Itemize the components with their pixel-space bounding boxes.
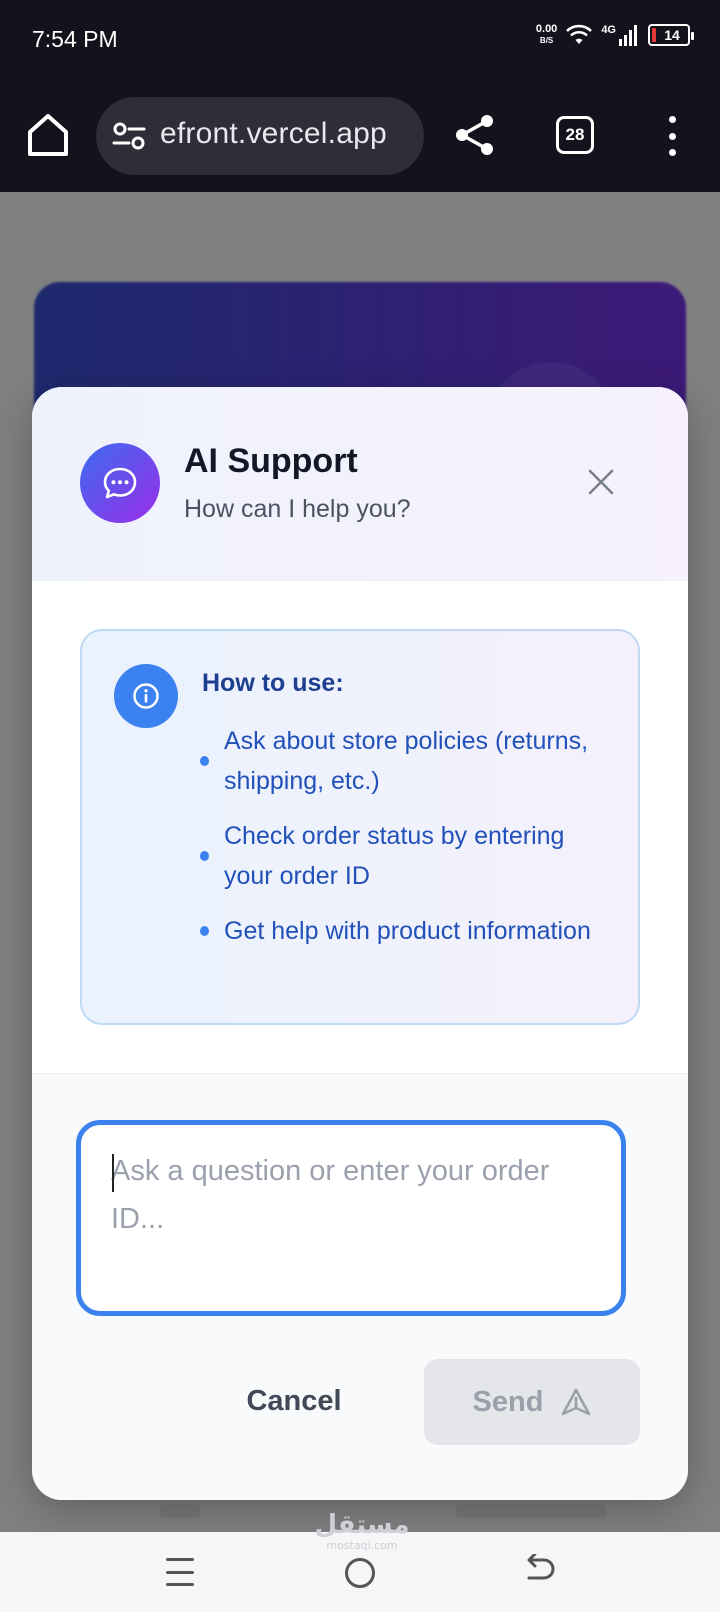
send-button[interactable]: Send [424,1359,640,1445]
info-icon [114,664,178,728]
system-nav-bar: مستقل mostaql.com [0,1510,720,1612]
how-to-use-list: Ask about store policies (returns, shipp… [196,721,616,966]
list-item: Get help with product information [196,911,616,951]
dialog-footer: Cancel Send [32,1073,688,1500]
bullet-icon [200,756,209,766]
recent-apps-icon[interactable] [166,1558,194,1586]
home-button-icon[interactable] [345,1558,375,1588]
wifi-icon [566,24,593,44]
how-to-use-title: How to use: [202,669,344,697]
chat-bubble-icon [80,443,160,523]
close-icon[interactable] [586,467,616,497]
list-item: Check order status by entering your orde… [196,816,616,896]
question-input[interactable] [76,1120,626,1316]
text-caret [112,1154,114,1192]
url-text[interactable]: efront.vercel.app [160,117,410,151]
share-icon[interactable] [452,112,498,158]
info-glyph [133,683,159,709]
list-item: Ask about store policies (returns, shipp… [196,721,616,801]
send-icon [562,1388,591,1416]
ai-support-dialog: AI Support How can I help you? How to us… [32,387,688,1500]
network-type: 4G [601,24,616,36]
dialog-title: AI Support [184,442,358,480]
status-time: 7:54 PM [32,26,118,52]
status-icons: 0.00 B/S 4G 14 [535,23,694,46]
address-bar[interactable]: efront.vercel.app [96,97,424,175]
signal-icon [619,25,637,46]
back-icon[interactable] [524,1554,556,1588]
network-speed: 0.00 B/S [535,23,558,46]
backdrop-element [160,1504,200,1518]
dialog-header: AI Support How can I help you? [32,387,688,581]
watermark-logo: مستقل mostaql.com [314,1510,410,1552]
cancel-button[interactable]: Cancel [212,1359,376,1443]
browser-toolbar: efront.vercel.app 28 [0,80,720,192]
status-bar: 7:54 PM 0.00 B/S 4G 14 [0,0,720,80]
how-to-use-panel: How to use: Ask about store policies (re… [80,629,640,1025]
chat-bubble-glyph [103,467,137,499]
send-button-label: Send [472,1385,544,1418]
dialog-subtitle: How can I help you? [184,495,411,523]
backdrop-element [456,1504,606,1518]
site-settings-icon[interactable] [112,121,146,151]
more-vert-icon[interactable] [660,116,684,156]
bullet-icon [200,851,209,861]
bullet-icon [200,926,209,936]
battery-icon: 14 [648,24,694,46]
tabs-icon[interactable]: 28 [556,116,594,154]
home-icon[interactable] [24,110,72,160]
